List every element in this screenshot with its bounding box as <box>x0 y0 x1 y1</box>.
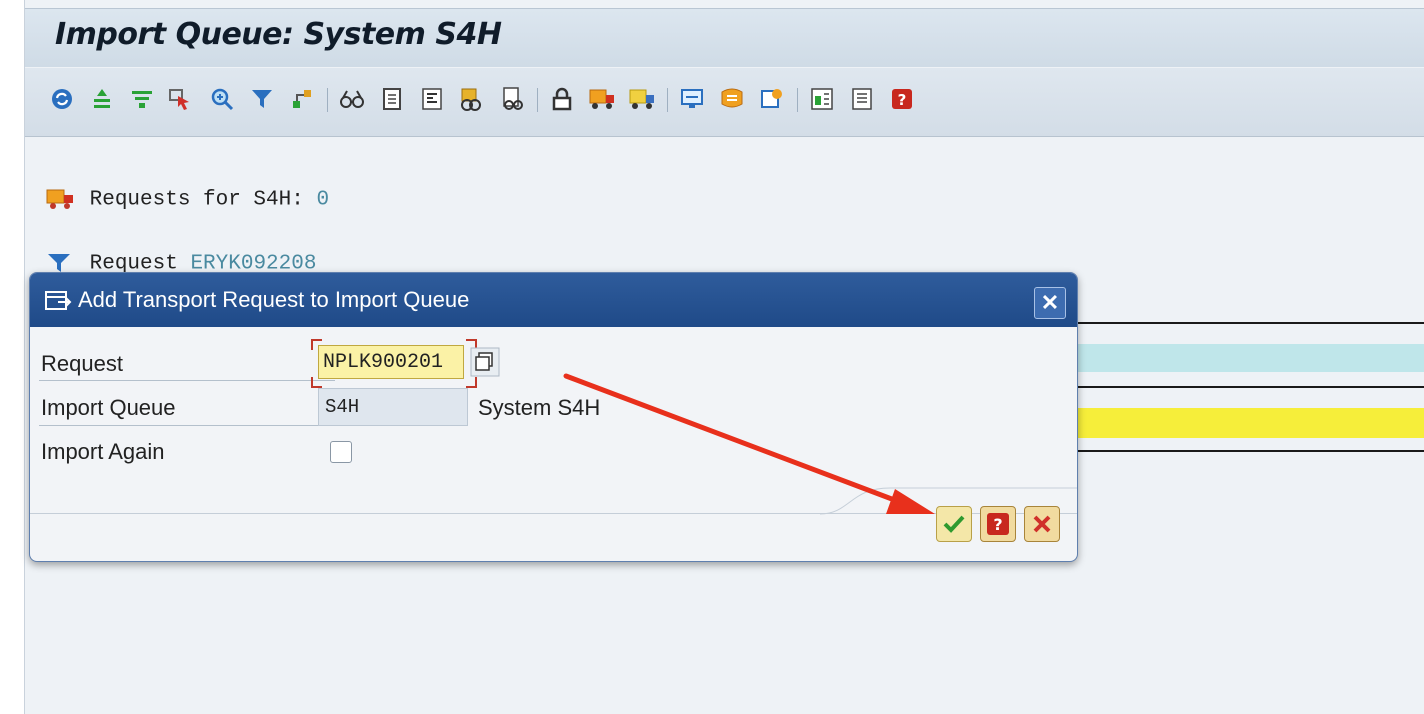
paste-icon[interactable] <box>717 84 747 114</box>
toolbar-separator <box>667 88 668 112</box>
list-row-highlight-cyan <box>1076 344 1424 372</box>
request-field-label: Request <box>41 351 123 376</box>
cancel-button[interactable] <box>1024 506 1060 542</box>
requests-line: Requests for S4H: 0 <box>45 186 329 212</box>
select-icon[interactable] <box>165 84 195 114</box>
import-queue-field: S4H <box>318 388 468 426</box>
filter-icon[interactable] <box>247 84 277 114</box>
toolbar-separator <box>537 88 538 112</box>
system-description: System S4H <box>478 395 601 420</box>
checkmark-icon <box>943 515 965 533</box>
form-separator <box>39 380 335 381</box>
copy-icon <box>470 347 500 377</box>
list-icon[interactable] <box>847 84 877 114</box>
import-again-checkbox[interactable] <box>330 441 352 463</box>
requests-count: 0 <box>316 188 330 212</box>
refresh-icon[interactable] <box>47 84 77 114</box>
glasses-icon[interactable] <box>337 84 367 114</box>
details-icon[interactable] <box>807 84 837 114</box>
title-bar: Import Queue: System S4H <box>25 8 1424 67</box>
truck-import-icon[interactable] <box>587 84 617 114</box>
truck-all-icon[interactable] <box>627 84 657 114</box>
list-border-line <box>1076 386 1424 388</box>
import-queue-label: Import Queue <box>41 395 176 420</box>
svg-text:?: ? <box>898 91 907 109</box>
request-display-icon[interactable] <box>457 84 487 114</box>
help-button[interactable]: ? <box>980 506 1016 542</box>
truck-icon <box>46 189 73 209</box>
filter-list-icon[interactable] <box>127 84 157 114</box>
list-border-line <box>1076 450 1424 452</box>
document-icon[interactable] <box>377 84 407 114</box>
dialog-close-button[interactable]: ✕ <box>1034 287 1066 319</box>
continue-button[interactable] <box>936 506 972 542</box>
lock-icon[interactable] <box>547 84 577 114</box>
help-icon: ? <box>987 513 1009 535</box>
dialog-title-bar: Add Transport Request to Import Queue ✕ <box>30 273 1077 327</box>
add-transport-request-dialog: Add Transport Request to Import Queue ✕ … <box>29 272 1078 562</box>
import-again-label: Import Again <box>41 439 165 464</box>
binoculars-icon[interactable] <box>497 84 527 114</box>
requests-label: Requests for S4H: <box>89 188 304 212</box>
page-title: Import Queue: System S4H <box>55 17 502 52</box>
toolbar-separator <box>797 88 798 112</box>
toolbar-separator <box>327 88 328 112</box>
list-row-highlight-yellow <box>1076 408 1424 438</box>
request-input[interactable]: NPLK900201 <box>318 345 464 379</box>
close-icon: ✕ <box>1040 290 1060 315</box>
tree-icon[interactable] <box>287 84 317 114</box>
cancel-icon <box>1033 515 1051 533</box>
help-icon[interactable]: ? <box>887 84 917 114</box>
dialog-window-icon <box>44 289 72 318</box>
monitor-icon[interactable] <box>677 84 707 114</box>
svg-text:?: ? <box>993 515 1002 534</box>
dialog-title: Add Transport Request to Import Queue <box>78 287 470 312</box>
value-help-button[interactable] <box>470 347 500 382</box>
text-icon[interactable] <box>417 84 447 114</box>
settings-icon[interactable] <box>757 84 787 114</box>
form-separator <box>39 425 335 426</box>
focus-corner <box>311 377 322 388</box>
application-toolbar: ? <box>25 68 1424 137</box>
list-border-line <box>1076 322 1424 324</box>
zoom-icon[interactable] <box>207 84 237 114</box>
left-margin <box>0 0 24 714</box>
expand-icon[interactable] <box>87 84 117 114</box>
focus-corner <box>311 339 322 350</box>
